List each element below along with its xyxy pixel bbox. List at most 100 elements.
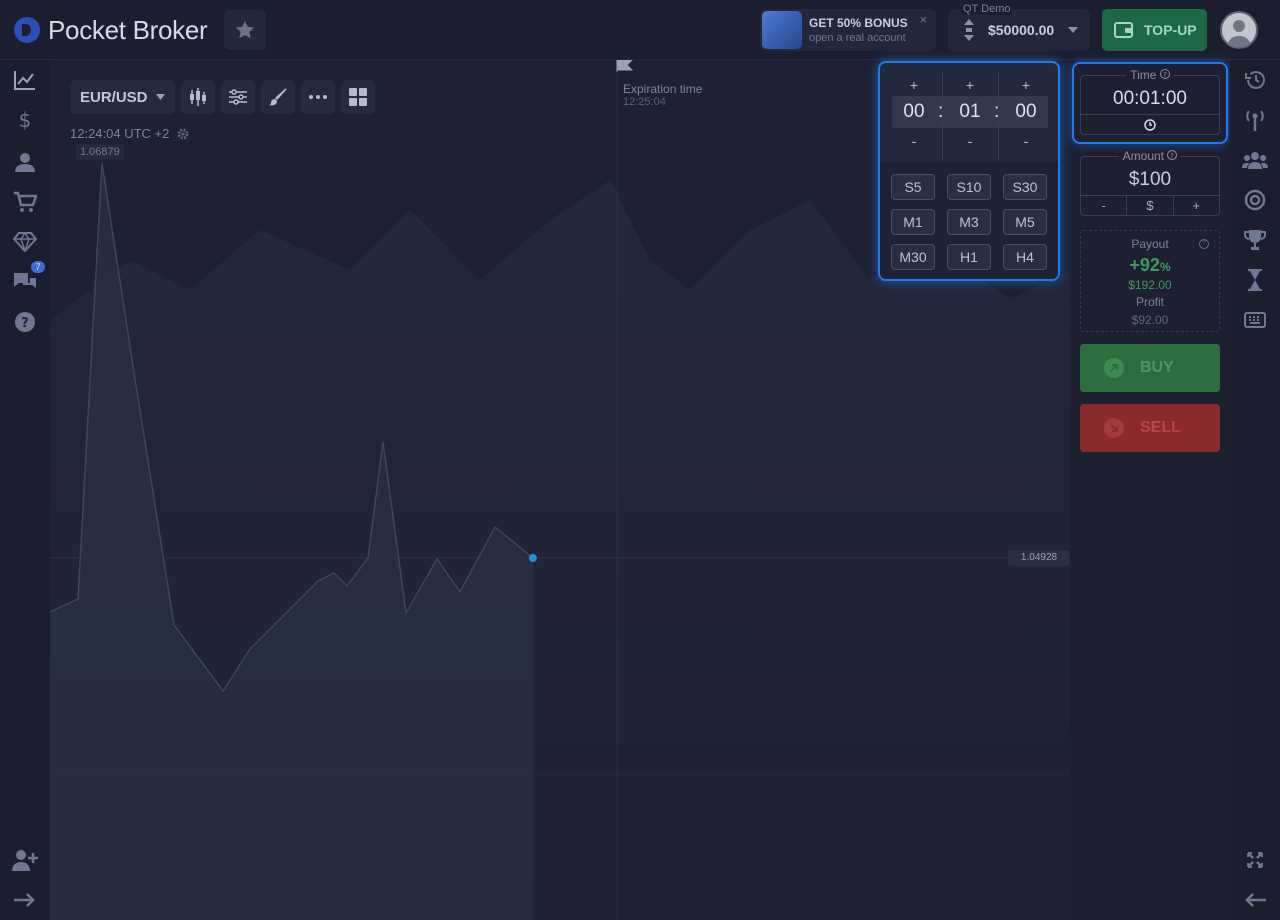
drawings-button[interactable]: [260, 80, 295, 114]
market-icon: [14, 191, 37, 212]
amount-field[interactable]: Amount ? $100 - $ +: [1080, 149, 1220, 216]
sidebar-item-achievements[interactable]: [9, 226, 41, 258]
asset-selector[interactable]: EUR/USD: [70, 80, 175, 114]
sidebar-item-social[interactable]: [1239, 144, 1271, 176]
sell-button[interactable]: SELL: [1080, 404, 1220, 452]
achievements-icon: [13, 232, 37, 252]
bonus-banner[interactable]: GET 50% BONUS open a real account ×: [760, 9, 936, 51]
amount-decrease-button[interactable]: -: [1081, 196, 1128, 215]
expiration-time-value: 12:25:04: [623, 96, 666, 108]
chevron-down-icon: [155, 94, 165, 100]
seconds-decrease-button[interactable]: -: [998, 133, 1054, 149]
server-time: 12:24:04 UTC +2: [70, 126, 189, 141]
amount-currency-button[interactable]: $: [1127, 196, 1174, 215]
minutes-value[interactable]: 01: [942, 101, 998, 123]
chat-unread-badge: 7: [31, 261, 45, 273]
sidebar-item-trading[interactable]: [9, 64, 41, 96]
sidebar-item-finance[interactable]: $: [9, 104, 41, 136]
trophy-icon: [1244, 230, 1266, 250]
sidebar-item-express[interactable]: [1239, 184, 1271, 216]
wallet-icon: [1114, 22, 1133, 38]
expiration-picker: + 00 - : + 01 - : + 00 - S5 S10 S30 M1 M…: [878, 61, 1060, 281]
payout-amount: $192.00: [1128, 278, 1172, 292]
trade-panel: Time ? 00:01:00 Amount ? $100 - $ +: [1070, 60, 1230, 920]
preset-h4-button[interactable]: H4: [1003, 244, 1047, 270]
sidebar-item-invite[interactable]: [9, 844, 41, 876]
hourglass-icon: [1248, 269, 1262, 291]
sidebar-item-market[interactable]: [9, 186, 41, 218]
buy-button[interactable]: BUY: [1080, 344, 1220, 392]
preset-h1-button[interactable]: H1: [947, 244, 991, 270]
amount-label: Amount ?: [1118, 149, 1182, 163]
sidebar-item-logout[interactable]: [9, 884, 41, 916]
expiration-time-label: Expiration time: [623, 82, 703, 96]
more-options-button[interactable]: [300, 80, 335, 114]
grid-layout-icon: [348, 88, 367, 106]
logout-icon: [14, 893, 35, 907]
preset-s5-button[interactable]: S5: [891, 174, 935, 200]
expiration-presets: S5 S10 S30 M1 M3 M5 M30 H1 H4: [880, 163, 1058, 279]
sidebar-item-pending[interactable]: [1239, 264, 1271, 296]
server-time-value: 12:24:04 UTC +2: [70, 126, 170, 141]
account-balance: $50000.00: [988, 22, 1055, 38]
minutes-decrease-button[interactable]: -: [942, 133, 998, 149]
avatar[interactable]: [1220, 11, 1258, 49]
preset-m5-button[interactable]: M5: [1003, 209, 1047, 235]
right-sidebar: [1230, 60, 1280, 920]
seconds-increase-button[interactable]: +: [998, 77, 1054, 93]
amount-increase-button[interactable]: +: [1174, 196, 1219, 215]
seconds-spinner: + 00 -: [998, 63, 1054, 163]
swap-icon: [964, 19, 974, 41]
arrow-down-right-icon: [1104, 418, 1124, 438]
more-dots-icon: [308, 95, 327, 99]
indicators-button[interactable]: [220, 80, 255, 114]
brand-name: Pocket Broker: [48, 14, 208, 45]
payout-box: Payout ? +92% $192.00 Profit $92.00: [1080, 230, 1220, 332]
finance-icon: $: [19, 109, 32, 131]
brand-logo[interactable]: Pocket Broker: [14, 14, 208, 46]
hours-decrease-button[interactable]: -: [886, 133, 942, 149]
sidebar-item-hotkeys[interactable]: [1239, 304, 1271, 336]
bonus-title: GET 50% BONUS: [809, 16, 908, 30]
profit-label: Profit: [1135, 295, 1164, 309]
sidebar-item-signals[interactable]: [1239, 104, 1271, 136]
help-icon: ?: [15, 312, 35, 332]
sidebar-item-history[interactable]: [1239, 64, 1271, 96]
chart-type-button[interactable]: [180, 80, 215, 114]
hours-value[interactable]: 00: [886, 101, 942, 123]
sidebar-item-profile[interactable]: [9, 146, 41, 178]
favorites-button[interactable]: [224, 10, 266, 50]
minutes-increase-button[interactable]: +: [942, 77, 998, 93]
fullscreen-icon: [1247, 852, 1263, 868]
seconds-value[interactable]: 00: [998, 101, 1054, 123]
account-type-label: QT Demo: [961, 3, 1013, 15]
sidebar-item-help[interactable]: ?: [9, 306, 41, 338]
preset-m3-button[interactable]: M3: [947, 209, 991, 235]
sliders-icon: [228, 89, 247, 105]
topup-button[interactable]: TOP-UP: [1102, 9, 1207, 51]
expiration-flag-icon: [616, 60, 634, 72]
sell-label: SELL: [1140, 419, 1181, 436]
account-selector[interactable]: QT Demo $50000.00: [948, 3, 1090, 51]
preset-m1-button[interactable]: M1: [891, 209, 935, 235]
question-icon: ?: [1167, 150, 1178, 160]
preset-m30-button[interactable]: M30: [891, 244, 935, 270]
layout-button[interactable]: [340, 80, 375, 114]
preset-s10-button[interactable]: S10: [947, 174, 991, 200]
question-icon[interactable]: ?: [1199, 239, 1209, 249]
gear-icon[interactable]: [177, 128, 189, 140]
star-icon: [235, 20, 255, 39]
sidebar-item-chat[interactable]: 7: [9, 261, 45, 298]
user-avatar-icon: [1227, 20, 1251, 47]
sidebar-item-collapse[interactable]: [1239, 884, 1271, 916]
sidebar-item-tournaments[interactable]: [1239, 224, 1271, 256]
time-field-highlight: [1072, 62, 1228, 144]
amount-label-wrap: Amount ?: [1081, 149, 1219, 163]
amount-controls: - $ +: [1081, 195, 1219, 215]
hours-increase-button[interactable]: +: [886, 77, 942, 93]
preset-s30-button[interactable]: S30: [1003, 174, 1047, 200]
svg-text:?: ?: [1170, 152, 1174, 160]
buy-label: BUY: [1140, 359, 1174, 376]
sidebar-item-fullscreen[interactable]: [1239, 844, 1271, 876]
bonus-close-button[interactable]: ×: [919, 12, 927, 27]
